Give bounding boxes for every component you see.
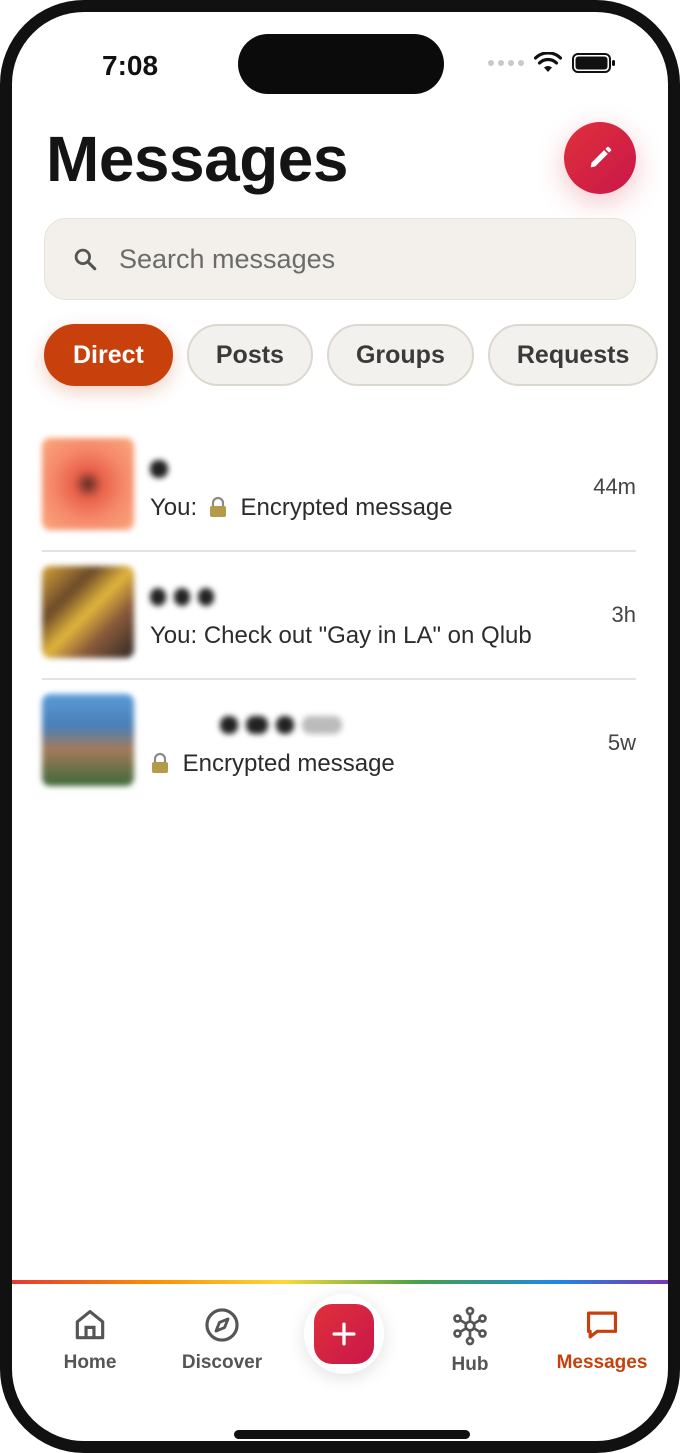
message-time: 3h [611,602,636,627]
message-tabs: Direct Posts Groups Requests [44,324,659,386]
conversation-row[interactable]: You: Encrypted message 44m [42,424,636,550]
contact-name-redacted [150,460,168,480]
compose-button[interactable] [564,122,636,194]
nav-hub[interactable]: Hub [410,1306,530,1376]
nav-label: Discover [181,1352,263,1373]
conversation-row[interactable]: You: Check out "Gay in LA" on Qlub 3h [42,550,636,678]
create-fab [314,1304,374,1364]
contact-name-redacted [220,716,342,736]
compass-icon [205,1308,239,1342]
home-icon [75,1309,105,1340]
bottom-nav: Home Discover Hub Messages [12,1284,668,1441]
pencil-icon [590,146,612,168]
lock-icon [152,752,168,773]
preview-text: Encrypted message [182,750,395,777]
avatar [42,566,134,658]
nav-discover[interactable]: Discover [162,1306,282,1374]
signal-icon [488,60,524,66]
preview-prefix: You: [150,494,198,521]
search-icon [71,245,99,273]
nav-label: Home [63,1352,117,1373]
status-time: 7:08 [102,50,159,81]
wifi-icon [534,52,562,72]
message-preview: Encrypted message [150,750,395,778]
hub-icon [453,1306,487,1346]
tab-posts[interactable]: Posts [186,324,313,386]
search-input[interactable] [117,242,601,276]
message-preview: You: Encrypted message [150,494,453,522]
message-preview: You: Check out "Gay in LA" on Qlub [150,622,532,650]
tab-direct[interactable]: Direct [44,324,173,386]
nav-home[interactable]: Home [30,1306,150,1374]
avatar [42,438,134,530]
contact-name-redacted [150,588,214,608]
conversation-list: You: Encrypted message 44m You: Check ou… [42,424,636,806]
nav-label: Hub [451,1354,489,1375]
chat-icon [586,1311,618,1339]
nav-messages[interactable]: Messages [542,1306,662,1374]
preview-text: Check out "Gay in LA" on Qlub [203,622,532,649]
battery-icon [572,53,615,73]
phone-screen: 7:08 Messages Direct Posts [0,0,680,1453]
status-indicators [488,52,616,74]
plus-icon [332,1322,356,1346]
preview-text: Encrypted message [240,494,453,521]
tab-groups[interactable]: Groups [326,324,474,386]
message-time: 44m [593,474,636,499]
search-bar[interactable] [44,218,636,300]
create-button[interactable] [304,1294,384,1374]
message-time: 5w [607,730,636,755]
page-title: Messages [46,123,348,195]
dynamic-island [238,34,444,94]
preview-prefix: You: [150,622,198,649]
avatar [42,694,134,786]
nav-label: Messages [556,1352,648,1373]
tab-requests[interactable]: Requests [487,324,659,386]
lock-icon [209,496,226,517]
home-indicator [234,1430,470,1439]
conversation-row[interactable]: Encrypted message 5w [42,678,636,806]
